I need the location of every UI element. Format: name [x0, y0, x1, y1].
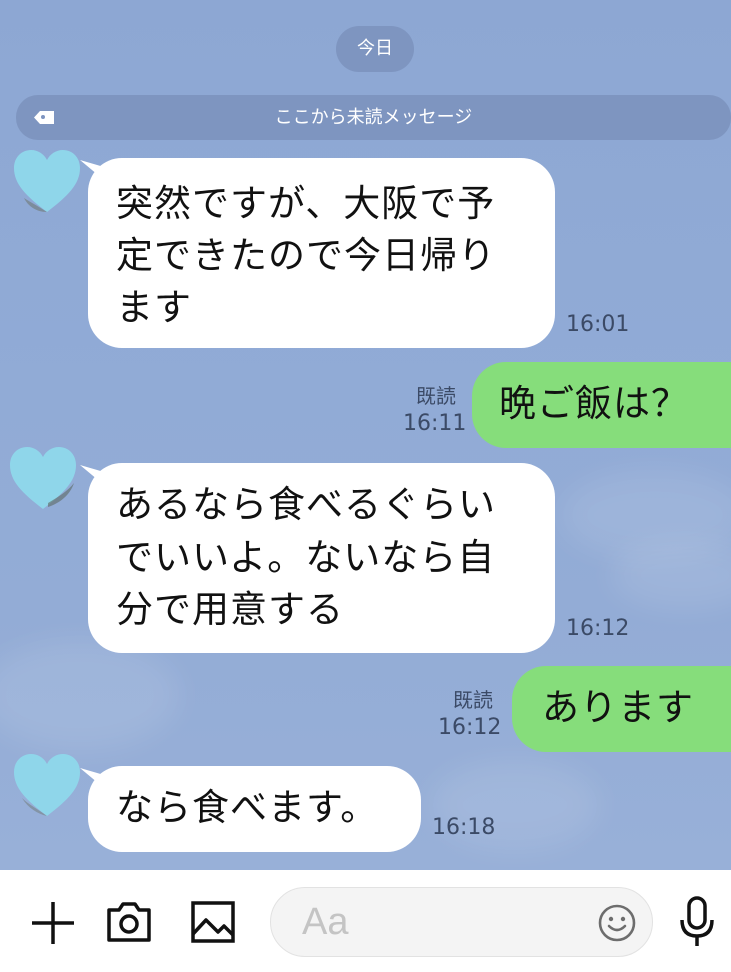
- message-time: 16:18: [432, 815, 496, 840]
- message-bubble[interactable]: 晩ご飯は？: [472, 362, 731, 448]
- message-time: 16:01: [566, 312, 630, 337]
- image-icon[interactable]: [190, 900, 236, 944]
- message-bubble[interactable]: あるなら食べるぐらい でいいよ。ないなら自 分で用意する: [88, 463, 555, 653]
- chat-area[interactable]: 今日 ここから未読メッセージ 突然ですが、大阪で予 定できたので今日帰り ます …: [0, 0, 731, 870]
- avatar[interactable]: [12, 752, 82, 818]
- message-text: 晩ご飯は？: [499, 382, 689, 425]
- message-text: ます: [116, 286, 192, 329]
- avatar[interactable]: [8, 445, 78, 511]
- microphone-icon[interactable]: [676, 896, 718, 948]
- message-time: 16:11: [403, 411, 467, 436]
- unread-label: ここから未読メッセージ: [274, 107, 473, 128]
- emoji-icon[interactable]: [597, 903, 637, 943]
- input-toolbar: Aa: [0, 870, 731, 972]
- message-text: 分で用意する: [116, 588, 344, 631]
- input-placeholder: Aa: [302, 901, 349, 943]
- unread-divider: ここから未読メッセージ: [16, 95, 731, 140]
- message-input[interactable]: Aa: [270, 887, 653, 957]
- message-text: 突然ですが、大阪で予: [116, 182, 496, 225]
- background-cloud: [0, 640, 180, 750]
- message-bubble[interactable]: 突然ですが、大阪で予 定できたので今日帰り ます: [88, 158, 555, 348]
- read-receipt: 既読: [453, 688, 493, 712]
- message-bubble[interactable]: なら食べます。: [88, 766, 421, 852]
- plus-icon[interactable]: [30, 900, 76, 946]
- date-separator: 今日: [336, 26, 414, 72]
- read-receipt: 既読: [416, 384, 456, 408]
- tag-icon: [34, 111, 54, 124]
- message-text: あります: [542, 686, 694, 729]
- message-text: なら食べます。: [116, 786, 379, 829]
- message-text: 定できたので今日帰り: [116, 234, 496, 277]
- message-text: あるなら食べるぐらい: [116, 483, 496, 526]
- message-time: 16:12: [438, 715, 502, 740]
- camera-icon[interactable]: [105, 900, 153, 944]
- avatar[interactable]: [12, 148, 82, 214]
- message-time: 16:12: [566, 616, 630, 641]
- message-bubble[interactable]: あります: [512, 666, 731, 752]
- message-text: でいいよ。ないなら自: [116, 536, 496, 579]
